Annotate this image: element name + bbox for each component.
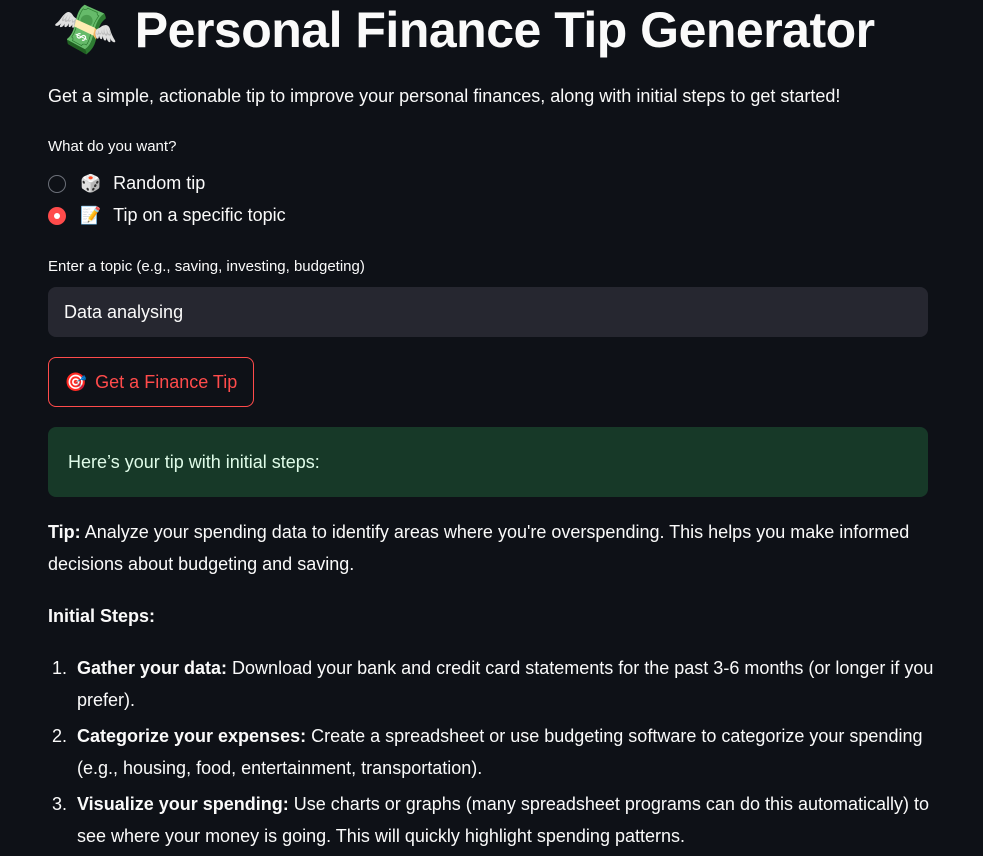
mode-label: What do you want? — [48, 138, 177, 155]
list-item: 1. Gather your data: Download your bank … — [48, 652, 938, 716]
dice-icon: 🎲 — [80, 173, 102, 193]
step-number: 2. — [52, 726, 68, 746]
page-title: 💸 Personal Finance Tip Generator — [49, 0, 875, 64]
radio-random-tip[interactable]: 🎲 Random tip — [48, 173, 205, 194]
page-title-text: Personal Finance Tip Generator — [134, 2, 875, 58]
radio-random-tip-label: Random tip — [113, 173, 206, 193]
step-number: 1. — [52, 658, 68, 678]
steps-heading-text: Initial Steps: — [48, 606, 156, 626]
step-title: Categorize your expenses: — [77, 726, 307, 746]
app-main: 💸 Personal Finance Tip Generator Get a s… — [0, 0, 983, 850]
get-tip-button-label: Get a Finance Tip — [95, 371, 238, 392]
topic-field-label: Enter a topic (e.g., saving, investing, … — [48, 258, 365, 275]
list-item: 2. Categorize your expenses: Create a sp… — [48, 720, 938, 784]
radio-selected-icon[interactable] — [48, 206, 66, 225]
radio-specific-topic[interactable]: 📝 Tip on a specific topic — [48, 205, 286, 226]
memo-icon: 📝 — [80, 205, 102, 225]
topic-input[interactable] — [48, 287, 928, 337]
list-item: 3. Visualize your spending: Use charts o… — [48, 788, 938, 852]
tip-paragraph: Tip: Analyze your spending data to ident… — [48, 516, 918, 580]
success-alert: Here’s your tip with initial steps: — [48, 427, 928, 497]
step-title: Visualize your spending: — [77, 794, 289, 814]
radio-specific-topic-label: Tip on a specific topic — [113, 205, 286, 225]
step-title: Gather your data: — [77, 658, 228, 678]
money-wings-icon: 💸 — [48, 0, 120, 64]
step-number: 3. — [52, 794, 68, 814]
page-subtitle: Get a simple, actionable tip to improve … — [48, 86, 841, 106]
radio-circle-icon[interactable] — [48, 174, 66, 193]
steps-list: 1. Gather your data: Download your bank … — [48, 652, 938, 856]
target-icon: 🎯 — [64, 371, 88, 392]
get-tip-button[interactable]: 🎯 Get a Finance Tip — [48, 357, 254, 407]
tip-label: Tip: — [48, 522, 81, 542]
steps-heading: Initial Steps: — [48, 600, 918, 632]
tip-text: Analyze your spending data to identify a… — [48, 522, 910, 574]
success-message: Here’s your tip with initial steps: — [68, 451, 320, 472]
